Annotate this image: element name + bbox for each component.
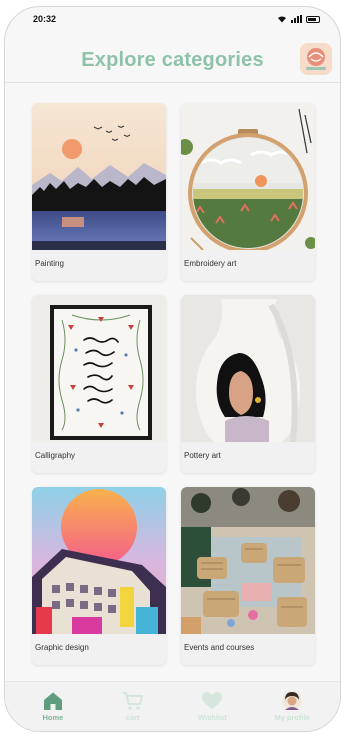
nav-label-wishlist: Wishlist	[198, 713, 227, 722]
category-label-calligraphy: Calligraphy	[35, 451, 76, 460]
nav-cart[interactable]: cart	[98, 691, 168, 722]
heart-icon	[202, 692, 223, 709]
category-label-embroidery: Embroidery art	[184, 259, 237, 268]
pottery-art-image	[181, 295, 315, 442]
category-label-painting: Painting	[35, 259, 64, 268]
category-card-events-courses[interactable]: Events and courses	[181, 487, 315, 665]
header: Explore categories	[5, 37, 340, 83]
calligraphy-image	[32, 295, 166, 442]
status-bar: 20:32	[5, 7, 340, 31]
page-title: Explore categories	[81, 49, 264, 71]
status-time: 20:32	[33, 14, 57, 24]
category-label-events-courses: Events and courses	[184, 643, 255, 652]
category-card-embroidery[interactable]: Embroidery art	[181, 103, 315, 281]
battery-icon	[306, 15, 320, 23]
brand-logo-image	[300, 43, 332, 75]
bottom-nav: Home cart Wishlist My profile	[5, 681, 340, 731]
avatar	[282, 691, 302, 711]
events-and-courses-image	[181, 487, 315, 634]
nav-label-my-profile: My profile	[274, 713, 310, 722]
painting-image	[32, 103, 166, 250]
nav-my-profile[interactable]: My profile	[257, 691, 327, 722]
category-grid: Painting Embroidery art Calligraphy Pott…	[32, 103, 317, 665]
signal-icon	[291, 15, 302, 23]
nav-home[interactable]: Home	[18, 691, 88, 722]
phone-frame: 20:32 Explore categories Painting Embroi…	[4, 6, 341, 732]
graphic-design-image	[32, 487, 166, 634]
category-label-pottery: Pottery art	[184, 451, 221, 460]
category-card-pottery[interactable]: Pottery art	[181, 295, 315, 473]
nav-label-home: Home	[42, 713, 64, 722]
nav-wishlist[interactable]: Wishlist	[177, 691, 247, 722]
category-card-graphic-design[interactable]: Graphic design	[32, 487, 166, 665]
category-card-painting[interactable]: Painting	[32, 103, 166, 281]
nav-label-cart: cart	[125, 713, 140, 722]
wifi-icon	[278, 16, 286, 23]
cart-icon	[122, 692, 143, 710]
category-card-calligraphy[interactable]: Calligraphy	[32, 295, 166, 473]
home-icon	[43, 692, 62, 710]
embroidery-art-image	[181, 103, 315, 250]
category-label-graphic-design: Graphic design	[35, 643, 89, 652]
brand-logo[interactable]	[300, 43, 332, 75]
